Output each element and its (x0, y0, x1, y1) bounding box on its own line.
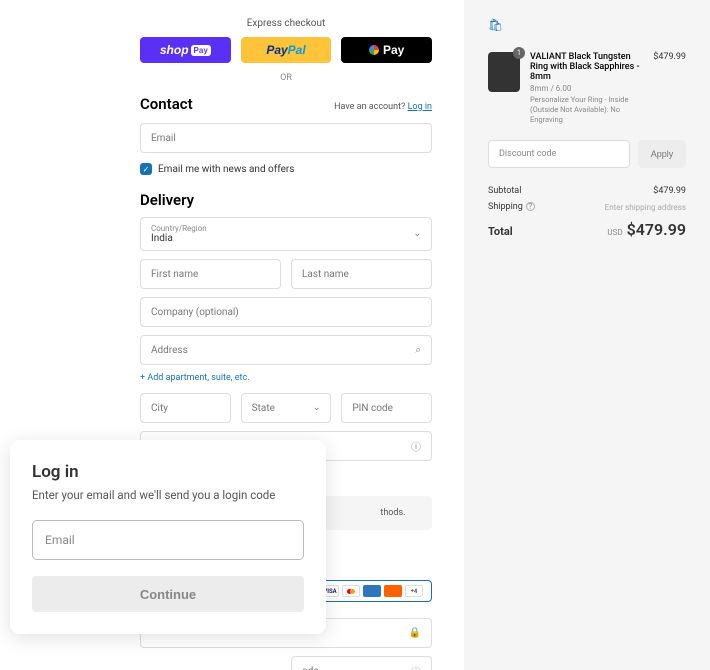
mastercard-icon (342, 585, 360, 597)
chevron-down-icon: ⌄ (313, 403, 321, 413)
company-input[interactable]: Company (optional) (140, 297, 432, 327)
login-link[interactable]: Log in (408, 102, 432, 112)
paypal-button[interactable]: PayPal (241, 37, 332, 63)
subtotal-label: Subtotal (488, 186, 521, 196)
discover-icon (384, 585, 402, 597)
help-icon: ⓘ (411, 439, 421, 454)
address-input[interactable]: Address ⌕ (140, 335, 432, 365)
shop-pay-button[interactable]: shopPay (140, 37, 231, 63)
login-hint: Have an account? Log in (334, 102, 432, 112)
subtotal-value: $479.99 (653, 186, 686, 196)
total-currency: USD (607, 228, 622, 237)
product-note: Personalize Your Ring - Inside (Outside … (530, 95, 643, 124)
shipping-label: Shipping? (488, 202, 535, 212)
delivery-heading: Delivery (140, 191, 432, 209)
lock-icon: 🔒 (409, 628, 421, 639)
login-continue-button[interactable]: Continue (32, 576, 304, 612)
checkbox-checked-icon: ✓ (140, 163, 152, 175)
amex-icon (363, 585, 381, 597)
help-icon: ⓘ (411, 664, 421, 670)
shopping-bag-icon[interactable]: 🛍 (488, 18, 686, 32)
chevron-down-icon: ⌄ (413, 229, 421, 239)
login-modal: Log in Enter your email and we'll send y… (10, 440, 326, 634)
search-icon: ⌕ (415, 345, 421, 356)
product-thumbnail: 1 (488, 52, 520, 92)
google-icon (369, 45, 379, 55)
express-buttons: shopPay PayPal Pay (140, 37, 432, 63)
apply-discount-button[interactable]: Apply (638, 140, 686, 168)
or-divider: OR (140, 73, 432, 83)
login-modal-title: Log in (32, 462, 304, 482)
shipping-value: Enter shipping address (605, 203, 686, 212)
contact-heading: Contact (140, 95, 193, 113)
city-input[interactable]: City (140, 393, 231, 423)
state-select[interactable]: State ⌄ (241, 393, 332, 423)
quantity-badge: 1 (513, 47, 525, 59)
total-value: $479.99 (627, 220, 686, 239)
product-name: VALIANT Black Tungsten Ring with Black S… (530, 52, 643, 82)
product-variant: 8mm / 6.00 (530, 84, 643, 93)
last-name-input[interactable]: Last name (291, 259, 432, 289)
total-label: Total (488, 225, 513, 238)
more-cards-badge: +4 (405, 585, 423, 597)
cart-line-item: 1 VALIANT Black Tungsten Ring with Black… (488, 52, 686, 124)
news-checkbox-row[interactable]: ✓ Email me with news and offers (140, 163, 432, 175)
security-code-input[interactable]: ode ⓘ (291, 656, 432, 670)
order-summary: 🛍 1 VALIANT Black Tungsten Ring with Bla… (464, 0, 710, 670)
login-modal-subtitle: Enter your email and we'll send you a lo… (32, 488, 304, 502)
discount-code-input[interactable]: Discount code (488, 140, 630, 168)
email-input[interactable]: Email (140, 123, 432, 153)
login-email-input[interactable]: Email (32, 520, 304, 560)
line-price: $479.99 (653, 52, 686, 124)
add-apartment-link[interactable]: + Add apartment, suite, etc. (140, 373, 432, 383)
country-select[interactable]: Country/Region India ⌄ (140, 217, 432, 251)
pin-input[interactable]: PIN code (341, 393, 432, 423)
google-pay-button[interactable]: Pay (341, 37, 432, 63)
help-icon[interactable]: ? (526, 202, 535, 211)
first-name-input[interactable]: First name (140, 259, 281, 289)
express-checkout-label: Express checkout (140, 18, 432, 29)
